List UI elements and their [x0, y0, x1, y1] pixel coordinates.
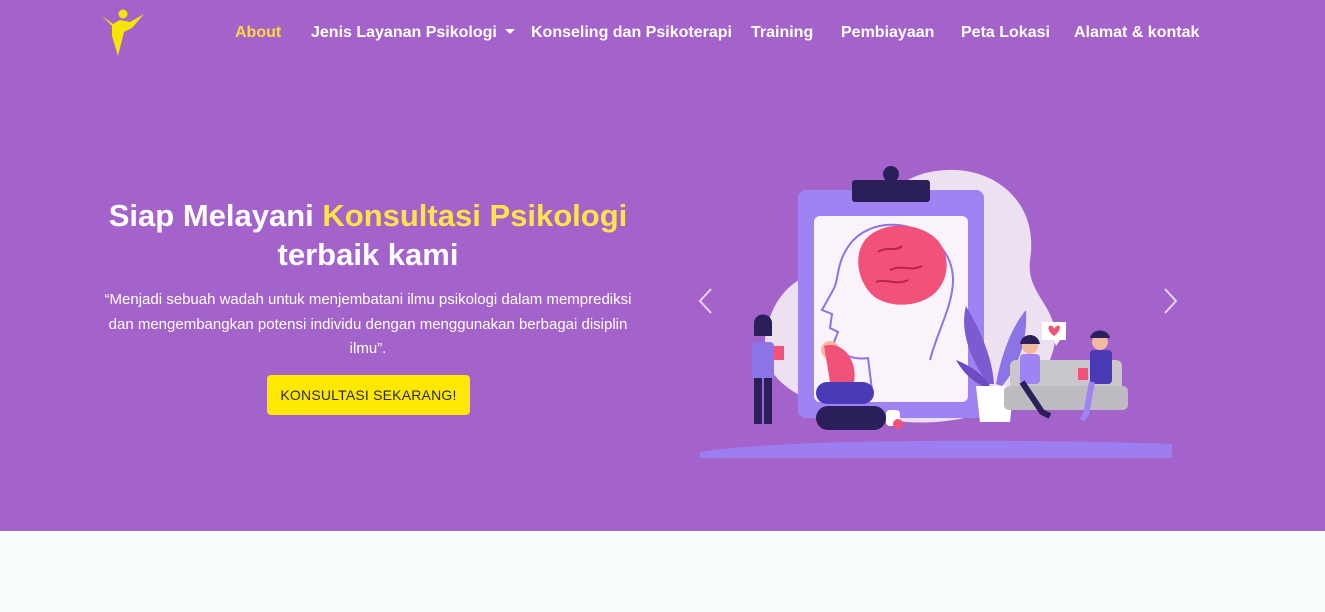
caret-down-icon: [504, 29, 515, 34]
nav-training[interactable]: Training: [751, 22, 813, 44]
nav-jenis-layanan-label: Jenis Layanan Psikologi: [311, 24, 497, 41]
nav-jenis-layanan-dropdown[interactable]: Jenis Layanan Psikologi: [311, 22, 515, 44]
hero-title-part2: terbaik kami: [277, 237, 459, 272]
konsultasi-sekarang-button[interactable]: KONSULTASI SEKARANG!: [267, 375, 470, 415]
hero-quote: “Menjadi sebuah wadah untuk menjembatani…: [104, 291, 632, 357]
nav-konseling[interactable]: Konseling dan Psikoterapi: [531, 22, 732, 44]
psychology-clipboard-illustration: [700, 166, 1172, 458]
nav-alamat-kontak[interactable]: Alamat & kontak: [1074, 22, 1199, 44]
hero-title-part1: Siap Melayani: [108, 198, 323, 233]
nav-about[interactable]: About: [235, 22, 281, 44]
hero-title: Siap Melayani Konsultasi Psikologi terba…: [88, 196, 648, 274]
hero-title-highlight: Konsultasi Psikologi: [322, 198, 628, 233]
nav-peta-lokasi[interactable]: Peta Lokasi: [961, 22, 1050, 44]
content-section: [0, 531, 1325, 612]
main-navigation: About Jenis Layanan Psikologi Konseling …: [0, 22, 1325, 46]
nav-pembiayaan[interactable]: Pembiayaan: [841, 22, 934, 44]
hero-section: About Jenis Layanan Psikologi Konseling …: [0, 0, 1325, 531]
